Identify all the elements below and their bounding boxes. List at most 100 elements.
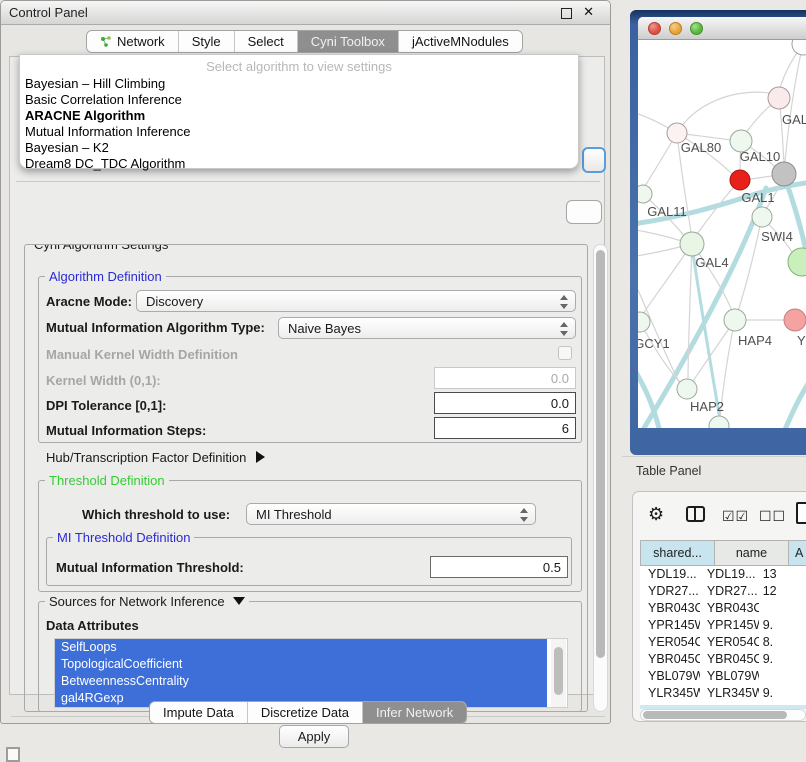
sources-title-text: Sources for Network Inference: [49, 594, 225, 609]
tab-network[interactable]: Network: [87, 31, 179, 52]
which-threshold-combo[interactable]: MI Threshold: [246, 503, 536, 525]
network-node-label: GAL11: [647, 204, 687, 219]
mi-type-value: Naive Bayes: [288, 321, 361, 336]
manual-kernel-checkbox[interactable]: [558, 346, 572, 360]
data-attribute-item[interactable]: BetweennessCentrality: [55, 673, 547, 690]
data-attribute-item[interactable]: TopologicalCoefficient: [55, 656, 547, 673]
table-row[interactable]: YBR043CYBR043C: [640, 600, 806, 617]
column-header[interactable]: A: [789, 540, 806, 566]
table-cell: YER054C: [640, 634, 700, 651]
network-node-gal1[interactable]: [730, 170, 750, 190]
table-cell: YBR043C: [640, 600, 700, 617]
which-threshold-value: MI Threshold: [256, 507, 332, 522]
network-node-gal11[interactable]: [638, 185, 652, 203]
algorithm-option[interactable]: Bayesian – K2: [20, 140, 578, 156]
application-root: Control Panel ✕ NetworkStyleSelectCyni T…: [0, 0, 806, 762]
table-panel-title: Table Panel: [636, 464, 701, 478]
network-node-y[interactable]: [784, 309, 806, 331]
close-window-icon[interactable]: ✕: [583, 4, 594, 20]
network-node-label: Y: [797, 333, 806, 348]
network-node[interactable]: [788, 248, 806, 276]
split-columns-icon[interactable]: [686, 506, 705, 522]
table-row[interactable]: YDR27...YDR27...12: [640, 583, 806, 600]
dpi-tolerance-label: DPI Tolerance [0,1]:: [46, 398, 166, 414]
aracne-mode-combo[interactable]: Discovery: [136, 290, 576, 312]
list-scrollbar[interactable]: [551, 639, 566, 707]
group-title: Algorithm Definition: [45, 269, 166, 284]
dpi-tolerance-field[interactable]: 0.0: [434, 392, 576, 414]
table-row[interactable]: YBL079WYBL079W: [640, 668, 806, 685]
tab-select[interactable]: Select: [235, 31, 298, 52]
select-all-checkboxes-icon[interactable]: ☑☑: [722, 508, 749, 525]
table-cell: 9.: [759, 651, 806, 668]
table-row[interactable]: YPR145WYPR145W9.: [640, 617, 806, 634]
table-cell: YBL079W: [640, 668, 700, 685]
mi-threshold-field[interactable]: 0.5: [430, 556, 568, 578]
network-window-titlebar: [638, 17, 806, 40]
group-title: MI Threshold Definition: [53, 530, 194, 545]
network-node-gal[interactable]: [768, 87, 790, 109]
expand-arrow-icon[interactable]: [256, 451, 265, 463]
network-node-hap4[interactable]: [724, 309, 746, 331]
deselect-checkboxes-icon[interactable]: ☐☐: [759, 508, 786, 525]
table-row[interactable]: YBR045CYBR045C9.: [640, 651, 806, 668]
float-window-icon[interactable]: [561, 8, 572, 19]
window-title: Control Panel: [9, 5, 88, 20]
network-node-swi4[interactable]: [752, 207, 772, 227]
which-threshold-label: Which threshold to use:: [82, 507, 230, 523]
table-panel-divider: [622, 456, 806, 457]
tab-discretize-data[interactable]: Discretize Data: [248, 702, 363, 723]
tab-cyni-toolbox[interactable]: Cyni Toolbox: [298, 31, 399, 52]
collapse-arrow-icon[interactable]: [233, 597, 245, 605]
table-row[interactable]: YER054CYER054C8.: [640, 634, 806, 651]
data-attributes-list[interactable]: SelfLoopsTopologicalCoefficientBetweenne…: [54, 638, 568, 708]
apply-button[interactable]: Apply: [279, 725, 349, 748]
mi-type-combo[interactable]: Naive Bayes: [278, 317, 576, 339]
data-attributes-label: Data Attributes: [46, 618, 139, 634]
tab-infer-network[interactable]: Infer Network: [363, 702, 466, 723]
close-traffic-light-icon[interactable]: [648, 22, 661, 35]
section-divider: [16, 181, 600, 182]
table-horizontal-scrollbar[interactable]: [640, 709, 806, 721]
column-header[interactable]: shared...: [640, 540, 715, 566]
settings-scrollbar[interactable]: [593, 244, 608, 712]
network-node-label: GAL1: [741, 190, 774, 205]
column-header[interactable]: name: [715, 540, 789, 566]
kernel-width-field[interactable]: 0.0: [434, 367, 576, 389]
group-title: Cyni Algorithm Settings: [30, 244, 172, 252]
mi-steps-field[interactable]: 6: [434, 417, 576, 439]
algorithm-option[interactable]: Dream8 DC_TDC Algorithm: [20, 156, 578, 172]
table-cell: YBR045C: [700, 651, 759, 668]
inference-algorithm-combo-partial[interactable]: [582, 147, 606, 173]
network-node[interactable]: [772, 162, 796, 186]
network-view-window: GALGAL80GAL10GAL1GAL11SWI4GAL4GCY1HAP4YH…: [638, 17, 806, 428]
tab-impute-data[interactable]: Impute Data: [150, 702, 248, 723]
network-node[interactable]: [709, 416, 729, 428]
stepper-arrows-icon: [520, 507, 529, 523]
group-title: Sources for Network Inference: [45, 594, 249, 609]
gear-icon[interactable]: ⚙: [648, 504, 664, 525]
table-scrollbar-thumb[interactable]: [643, 711, 787, 719]
table-cell: YPR145W: [700, 617, 759, 634]
tab-style[interactable]: Style: [179, 31, 235, 52]
collapsed-panel-icon[interactable]: [6, 747, 20, 762]
tab-jactivemnodules[interactable]: jActiveMNodules: [399, 31, 522, 52]
zoom-traffic-light-icon[interactable]: [690, 22, 703, 35]
network-node-gal4[interactable]: [680, 232, 704, 256]
algorithm-option[interactable]: Basic Correlation Inference: [20, 92, 578, 108]
minimize-traffic-light-icon[interactable]: [669, 22, 682, 35]
settings-scrollbar-thumb[interactable]: [596, 250, 605, 658]
data-attribute-item[interactable]: SelfLoops: [55, 639, 547, 656]
list-scrollbar-thumb[interactable]: [554, 647, 563, 695]
algorithm-option[interactable]: Mutual Information Inference: [20, 124, 578, 140]
algorithm-option[interactable]: Bayesian – Hill Climbing: [20, 76, 578, 92]
page-icon[interactable]: [796, 502, 806, 524]
hub-section-label[interactable]: Hub/Transcription Factor Definition: [46, 450, 265, 466]
network-node[interactable]: [792, 40, 806, 55]
table-row[interactable]: YDL19...YDL19...13: [640, 566, 806, 583]
network-node-hap2[interactable]: [677, 379, 697, 399]
algorithm-option[interactable]: ARACNE Algorithm: [20, 108, 578, 124]
network-canvas[interactable]: GALGAL80GAL10GAL1GAL11SWI4GAL4GCY1HAP4YH…: [638, 40, 806, 428]
stepper-arrows-icon: [560, 294, 569, 310]
table-row[interactable]: YLR345WYLR345W9.: [640, 685, 806, 702]
